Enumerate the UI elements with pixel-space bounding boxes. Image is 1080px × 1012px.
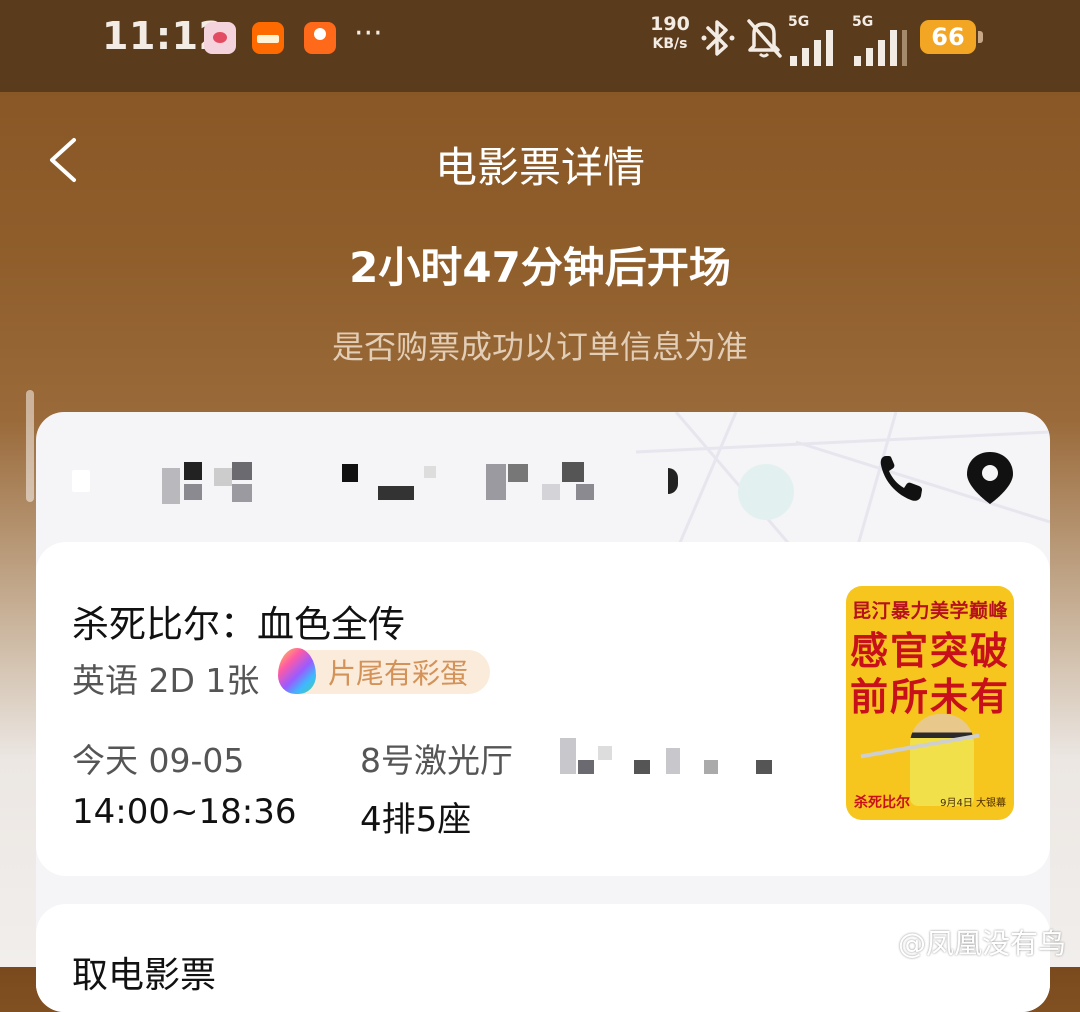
- battery-indicator: 66: [920, 20, 983, 54]
- hall-name: 8号激光厅: [360, 741, 513, 780]
- movie-meta: 英语 2D 1张: [72, 661, 260, 700]
- poster-character-figure: [910, 714, 974, 806]
- movie-title: 杀死比尔：血色全传: [72, 603, 405, 646]
- poster-title: 杀死比尔: [854, 795, 910, 811]
- seat-number: 4排5座: [360, 800, 472, 840]
- watermark: @凤凰没有鸟: [897, 927, 1066, 960]
- more-notifications-icon: ···: [354, 16, 383, 51]
- poster-release-date: 9月4日 大银幕: [940, 798, 1006, 809]
- show-date: 今天 09-05: [72, 741, 245, 780]
- show-time-range: 14:00~18:36: [72, 792, 297, 832]
- showtime-countdown: 2小时47分钟后开场: [349, 243, 731, 292]
- cinema-name-redacted: [72, 460, 678, 508]
- taobao-app-icon: [252, 22, 284, 54]
- ticket-detail-panel[interactable]: 杀死比尔：血色全传 英语 2D 1张 片尾有彩蛋 今天 09-05 14:00~…: [36, 542, 1050, 876]
- location-pin-icon[interactable]: [964, 450, 1016, 506]
- signal-bars-icon: [790, 30, 833, 66]
- mute-bell-icon: [747, 19, 782, 58]
- network-speed-unit: KB/s: [652, 36, 688, 52]
- poster-slogan-line2: 前所未有: [849, 675, 1010, 719]
- network-speed: 190 KB/s: [646, 14, 694, 54]
- collect-ticket-title: 取电影票: [72, 955, 217, 996]
- poster-tagline: 昆汀暴力美学巅峰: [851, 600, 1008, 622]
- scroll-indicator: [26, 390, 34, 502]
- weibo-watermark-icon: [862, 928, 897, 954]
- purchase-notice: 是否购票成功以订单信息为准: [331, 328, 748, 366]
- movie-poster[interactable]: 昆汀暴力美学巅峰 感官突破 前所未有 杀死比尔 9月4日 大银幕: [846, 586, 1014, 820]
- signal-bars-icon: [854, 30, 907, 66]
- status-bar: 11:12 ··· 190 KB/s 5G 5G 66: [0, 0, 1080, 92]
- phone-icon[interactable]: [878, 452, 924, 504]
- cinema-row[interactable]: [36, 412, 1050, 546]
- weibo-app-icon: [204, 22, 236, 54]
- bluetooth-icon: [701, 20, 735, 56]
- easter-egg-icon: [278, 648, 316, 694]
- network-speed-value: 190: [650, 13, 690, 35]
- notification-app-icon: [304, 22, 336, 54]
- easter-egg-label: 片尾有彩蛋: [328, 657, 469, 690]
- page-title: 电影票详情: [434, 143, 645, 192]
- easter-egg-badge: 片尾有彩蛋: [278, 648, 490, 694]
